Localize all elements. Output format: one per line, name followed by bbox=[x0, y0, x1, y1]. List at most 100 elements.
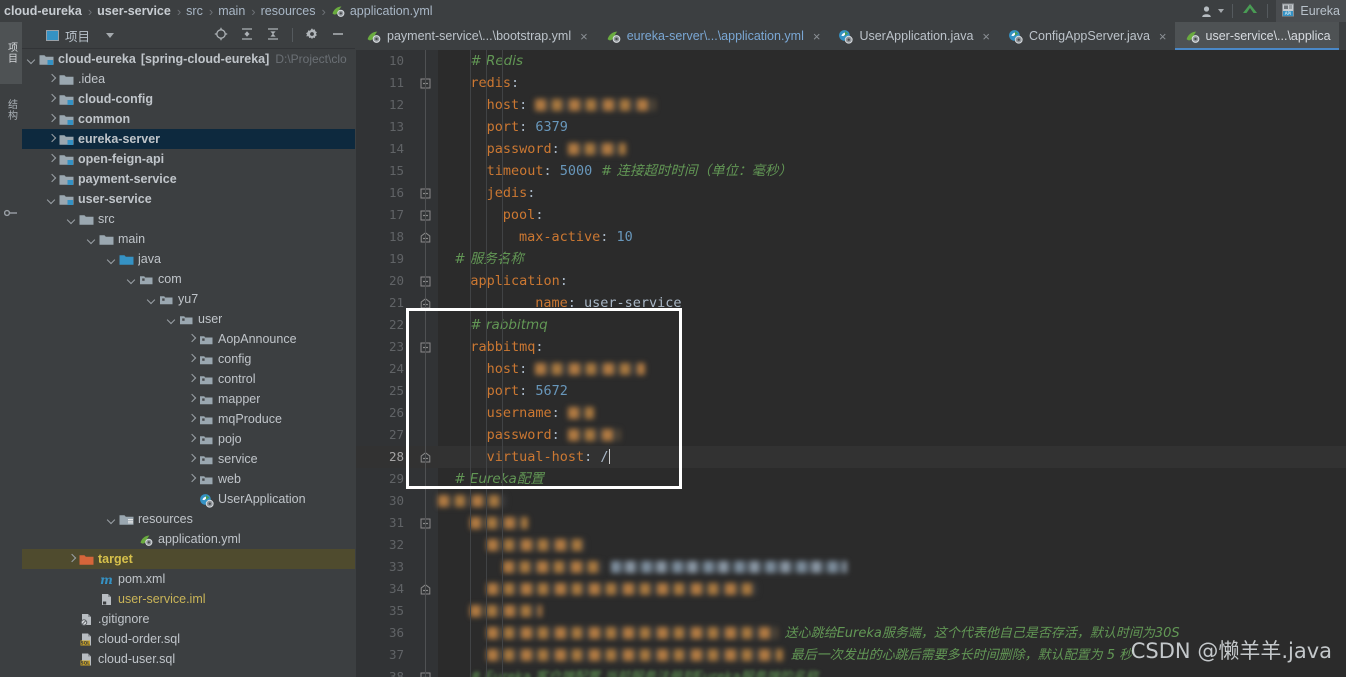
tree-node-userapplication[interactable]: UserApplication bbox=[22, 489, 355, 509]
chevron-down-icon[interactable] bbox=[106, 254, 117, 265]
project-tree[interactable]: cloud-eureka [spring-cloud-eureka] D:\Proj… bbox=[22, 49, 355, 677]
chevron-right-icon[interactable] bbox=[46, 74, 57, 85]
breadcrumb-item-resources[interactable]: resources bbox=[259, 4, 318, 18]
chevron-right-icon[interactable] bbox=[66, 554, 77, 565]
chevron-down-icon[interactable] bbox=[86, 234, 97, 245]
code-editor[interactable]: # Redisredis:host: port: 6379password: t… bbox=[356, 50, 1346, 677]
code-token: user-service bbox=[583, 295, 682, 311]
breadcrumb-separator: › bbox=[321, 3, 326, 19]
structure-tool-button[interactable]: 结构 bbox=[0, 84, 22, 136]
tree-node-common[interactable]: common bbox=[22, 109, 355, 129]
tree-node-src[interactable]: src bbox=[22, 209, 355, 229]
code-line: # Redis bbox=[470, 50, 523, 72]
yaml-spring-icon bbox=[1185, 29, 1200, 44]
tree-node-service[interactable]: service bbox=[22, 449, 355, 469]
tree-node-user[interactable]: user bbox=[22, 309, 355, 329]
chevron-down-icon[interactable] bbox=[66, 214, 77, 225]
editor-tab-userapplication.java[interactable]: UserApplication.java × bbox=[828, 22, 998, 50]
chevron-down-icon[interactable] bbox=[1218, 9, 1225, 13]
tree-node-payment-service[interactable]: payment-service bbox=[22, 169, 355, 189]
line-number: 28 bbox=[388, 449, 404, 464]
breadcrumb-item-application-yml[interactable]: application.yml bbox=[348, 4, 435, 18]
settings-gear-icon[interactable] bbox=[305, 27, 319, 44]
tree-node-cloud-order.sql[interactable]: SQL cloud-order.sql bbox=[22, 629, 355, 649]
chevron-down-icon[interactable] bbox=[106, 514, 117, 525]
tree-node-open-feign-api[interactable]: open-feign-api bbox=[22, 149, 355, 169]
tree-node-eureka-server[interactable]: eureka-server bbox=[22, 129, 355, 149]
chevron-right-icon[interactable] bbox=[186, 474, 197, 485]
chevron-right-icon[interactable] bbox=[186, 394, 197, 405]
tree-node-java[interactable]: java bbox=[22, 249, 355, 269]
tree-node-.gitignore[interactable]: .gitignore bbox=[22, 609, 355, 629]
close-tab-icon[interactable]: × bbox=[813, 30, 821, 43]
chevron-down-icon[interactable] bbox=[146, 294, 157, 305]
tree-node-mapper[interactable]: mapper bbox=[22, 389, 355, 409]
chevron-right-icon[interactable] bbox=[46, 134, 57, 145]
gitignore-icon bbox=[79, 613, 94, 626]
tree-node-target[interactable]: target bbox=[22, 549, 355, 569]
editor-fold-column[interactable] bbox=[414, 50, 438, 677]
project-tool-button[interactable]: 项目 bbox=[0, 22, 22, 84]
tree-node-main[interactable]: main bbox=[22, 229, 355, 249]
chevron-down-icon[interactable] bbox=[46, 194, 57, 205]
locate-file-icon[interactable] bbox=[214, 27, 228, 44]
chevron-right-icon[interactable] bbox=[46, 154, 57, 165]
chevron-right-icon[interactable] bbox=[186, 374, 197, 385]
tree-node-control[interactable]: control bbox=[22, 369, 355, 389]
tree-node-yu7[interactable]: yu7 bbox=[22, 289, 355, 309]
chevron-down-icon[interactable] bbox=[166, 314, 177, 325]
chevron-down-icon[interactable] bbox=[126, 274, 137, 285]
tree-node-config[interactable]: config bbox=[22, 349, 355, 369]
chevron-right-icon[interactable] bbox=[186, 454, 197, 465]
editor-code-area[interactable]: # Redisredis:host: port: 6379password: t… bbox=[356, 50, 1346, 677]
expand-all-icon[interactable] bbox=[240, 27, 254, 44]
breadcrumb-item-main[interactable]: main bbox=[216, 4, 247, 18]
tree-node-resources[interactable]: resources bbox=[22, 509, 355, 529]
code-token: : bbox=[559, 273, 568, 289]
tree-node-label: resources bbox=[138, 512, 193, 526]
line-number: 29 bbox=[388, 471, 404, 486]
project-panel-title[interactable]: 项目 bbox=[46, 26, 115, 45]
tree-node-.idea[interactable]: .idea bbox=[22, 69, 355, 89]
chevron-right-icon[interactable] bbox=[46, 94, 57, 105]
tree-node-pom.xml[interactable]: m pom.xml bbox=[22, 569, 355, 589]
close-tab-icon[interactable]: × bbox=[982, 30, 990, 43]
close-tab-icon[interactable]: × bbox=[580, 30, 588, 43]
green-up-arrow-icon[interactable] bbox=[1241, 2, 1259, 21]
tree-node-user-service.iml[interactable]: user-service.iml bbox=[22, 589, 355, 609]
hide-panel-icon[interactable] bbox=[331, 27, 345, 44]
chevron-right-icon[interactable] bbox=[46, 114, 57, 125]
chevron-right-icon[interactable] bbox=[186, 414, 197, 425]
collapse-all-icon[interactable] bbox=[266, 27, 280, 44]
eureka-run-config-chip[interactable]: API Eureka bbox=[1276, 0, 1346, 22]
editor-tab-payment-service-...-bootstrap.yml[interactable]: payment-service\...\bootstrap.yml × bbox=[356, 22, 596, 50]
chevron-down-icon[interactable] bbox=[106, 32, 115, 38]
tree-node-user-service[interactable]: user-service bbox=[22, 189, 355, 209]
tree-node-mqproduce[interactable]: mqProduce bbox=[22, 409, 355, 429]
chevron-right-icon[interactable] bbox=[186, 354, 197, 365]
chevron-down-icon[interactable] bbox=[26, 54, 37, 65]
tree-node-application.yml[interactable]: application.yml bbox=[22, 529, 355, 549]
tree-node-cloud-user.sql[interactable]: SQL cloud-user.sql bbox=[22, 649, 355, 669]
chevron-right-icon[interactable] bbox=[186, 434, 197, 445]
editor-tab-user-service-...-applica[interactable]: user-service\...\applica bbox=[1174, 22, 1339, 50]
tree-node-pojo[interactable]: pojo bbox=[22, 429, 355, 449]
tree-node-label: cloud-config bbox=[78, 92, 153, 106]
editor-tab-eureka-server-...-application.yml[interactable]: eureka-server\...\application.yml × bbox=[596, 22, 829, 50]
redacted-text bbox=[535, 363, 646, 375]
breadcrumb-item-user-service[interactable]: user-service bbox=[95, 4, 173, 18]
bookmarks-icon[interactable] bbox=[3, 207, 18, 222]
close-tab-icon[interactable]: × bbox=[1159, 30, 1167, 43]
tree-node-com[interactable]: com bbox=[22, 269, 355, 289]
tree-node-aopannounce[interactable]: AopAnnounce bbox=[22, 329, 355, 349]
tree-node-cloud-config[interactable]: cloud-config bbox=[22, 89, 355, 109]
tree-node-cloud-eureka[interactable]: cloud-eureka [spring-cloud-eureka] D:\Proj… bbox=[22, 49, 355, 69]
chevron-right-icon[interactable] bbox=[186, 334, 197, 345]
editor-tab-bar[interactable]: payment-service\...\bootstrap.yml × eureka… bbox=[356, 22, 1346, 51]
user-account-icon[interactable] bbox=[1201, 5, 1225, 18]
tree-node-web[interactable]: web bbox=[22, 469, 355, 489]
breadcrumb-item-cloud-eureka[interactable]: cloud-eureka bbox=[2, 4, 84, 18]
chevron-right-icon[interactable] bbox=[46, 174, 57, 185]
editor-tab-configappserver.java[interactable]: ConfigAppServer.java × bbox=[998, 22, 1175, 50]
breadcrumb-item-src[interactable]: src bbox=[184, 4, 205, 18]
